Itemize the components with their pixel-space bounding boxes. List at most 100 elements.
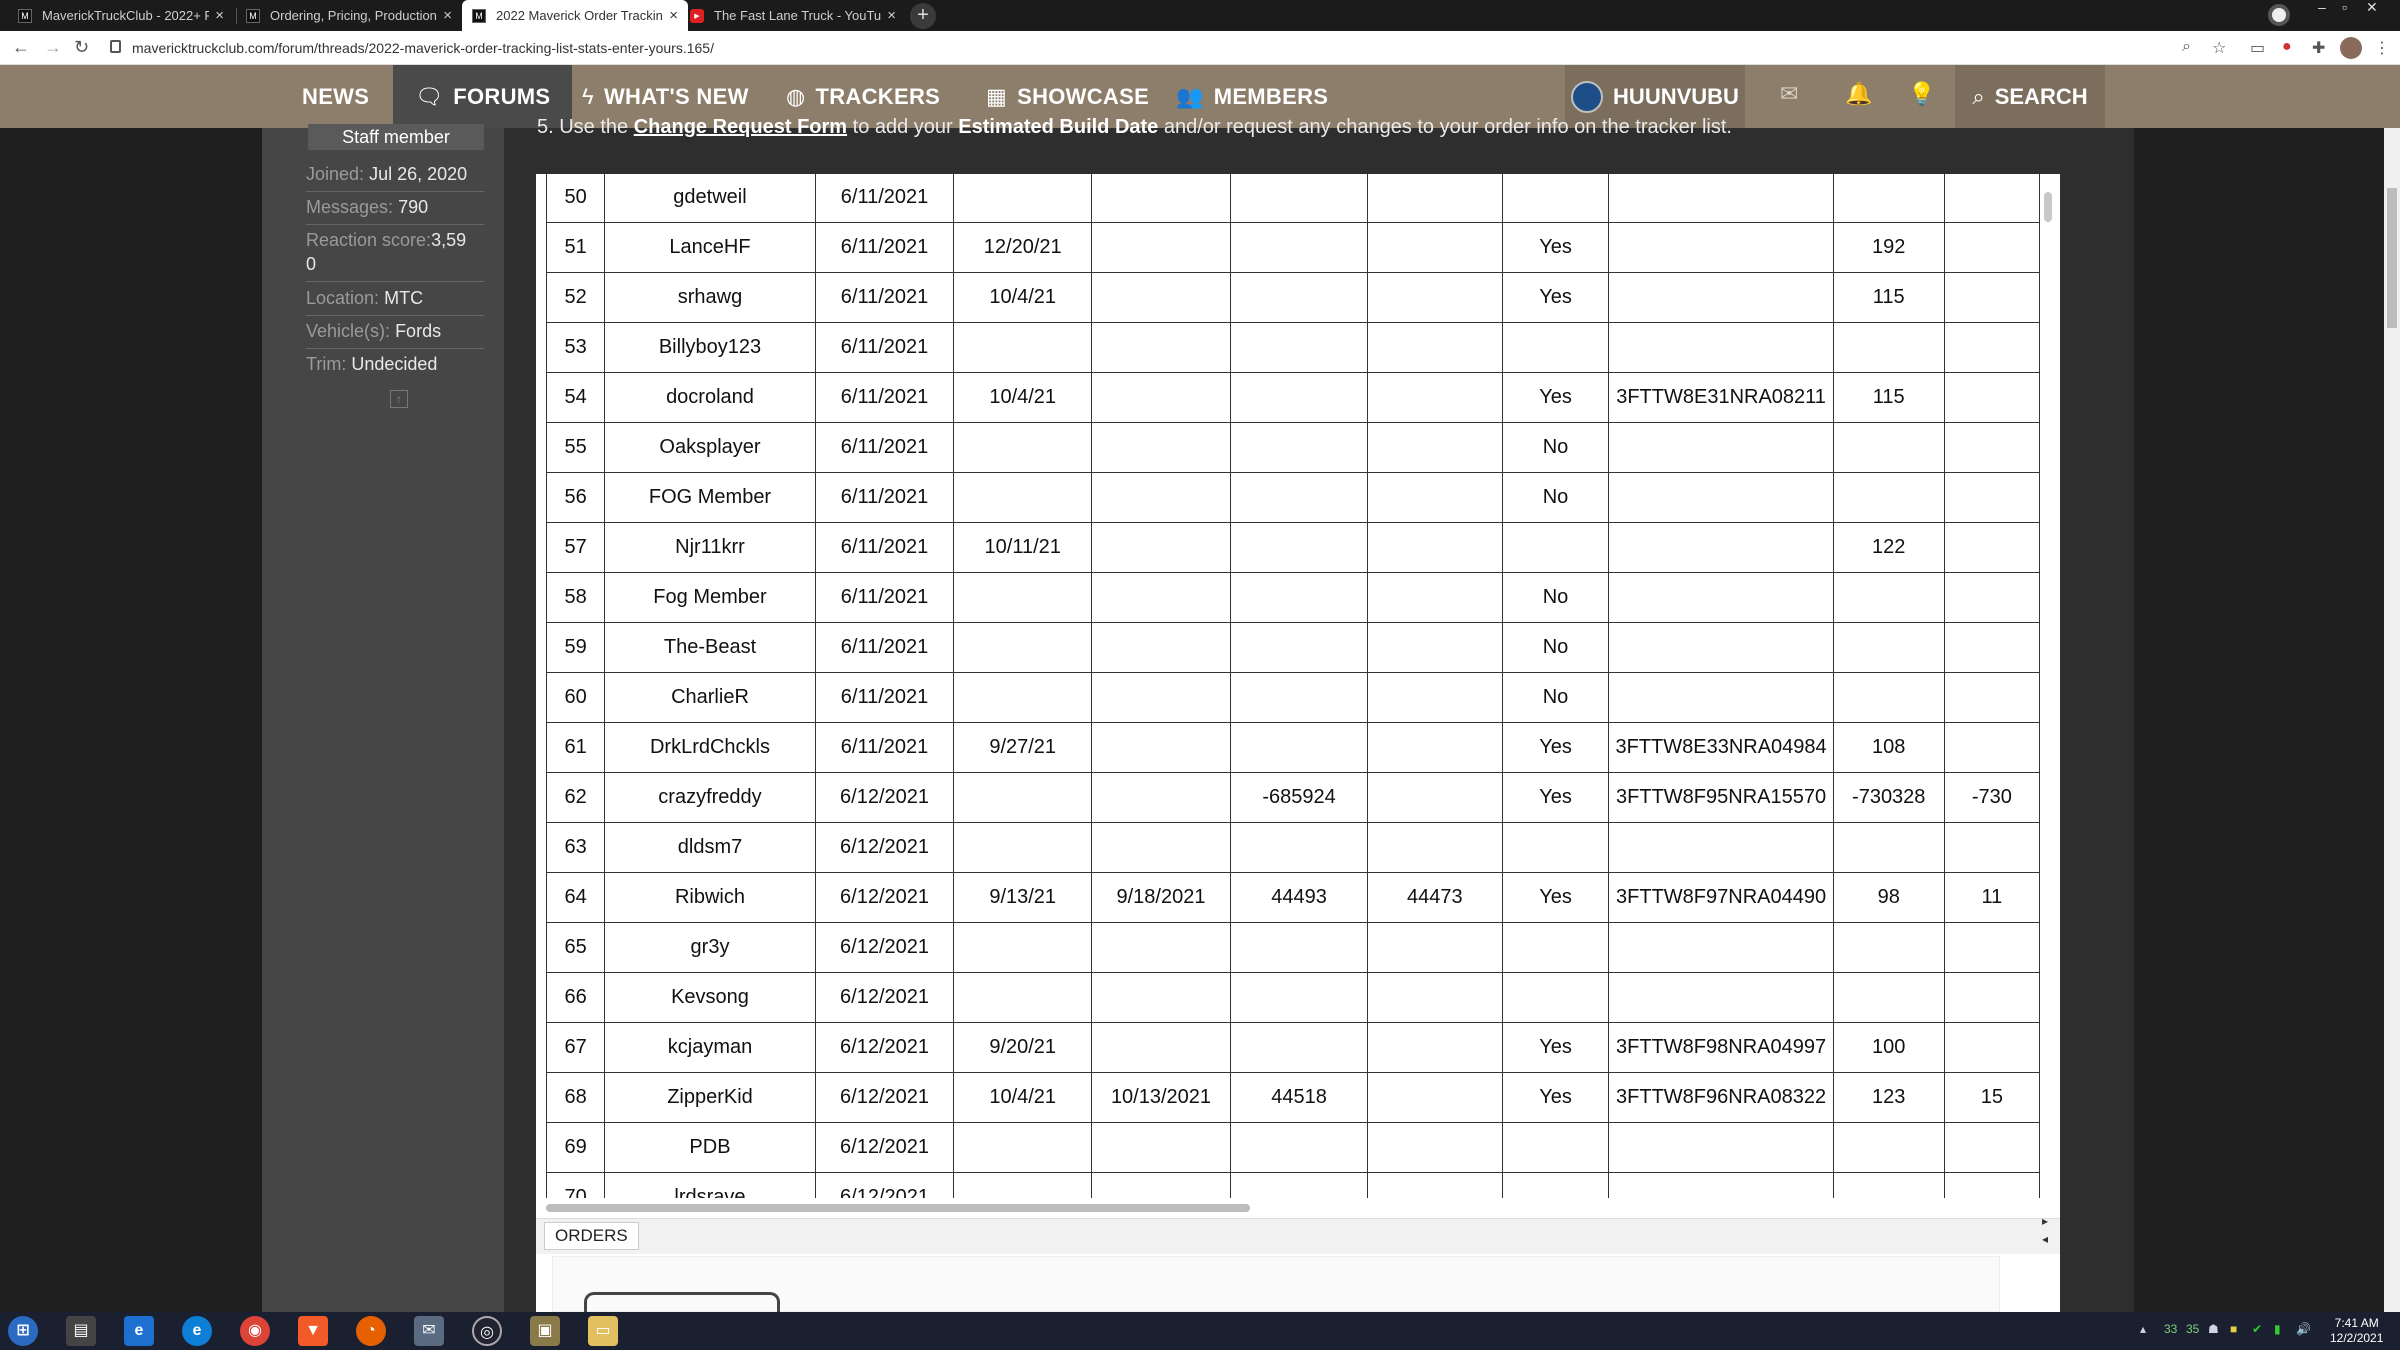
table-cell[interactable] (1608, 1172, 1834, 1198)
table-cell[interactable]: Yes (1501, 722, 1610, 773)
profile-avatar[interactable] (2340, 37, 2362, 59)
table-cell[interactable]: 63 (546, 822, 606, 873)
table-cell[interactable] (1367, 722, 1503, 773)
table-cell[interactable]: No (1501, 672, 1610, 723)
table-cell[interactable]: 70 (546, 1172, 606, 1198)
table-cell[interactable] (1091, 572, 1231, 623)
table-cell[interactable] (1229, 422, 1369, 473)
table-cell[interactable] (1608, 272, 1834, 323)
table-cell[interactable] (1229, 174, 1369, 223)
table-cell[interactable] (1091, 722, 1231, 773)
page-scrollbar[interactable] (2384, 128, 2400, 1312)
table-cell[interactable] (953, 1172, 1092, 1198)
table-cell[interactable] (1608, 522, 1834, 573)
table-cell[interactable] (1367, 1172, 1503, 1198)
table-cell[interactable]: 3FTTW8E31NRA08211 (1608, 372, 1834, 423)
table-cell[interactable] (1367, 372, 1503, 423)
table-cell[interactable] (1367, 622, 1503, 673)
table-cell[interactable]: 10/11/21 (953, 522, 1092, 573)
table-cell[interactable]: 6/11/2021 (814, 372, 955, 423)
table-cell[interactable] (1091, 522, 1231, 573)
tray-app-icon[interactable]: ■ (2230, 1322, 2237, 1336)
table-cell[interactable]: 64 (546, 872, 606, 923)
table-cell[interactable] (1091, 822, 1231, 873)
table-cell[interactable]: 53 (546, 322, 606, 373)
table-cell[interactable] (1608, 972, 1834, 1023)
table-cell[interactable]: 9/20/21 (953, 1022, 1092, 1073)
table-cell[interactable] (1367, 522, 1503, 573)
table-cell[interactable] (1229, 672, 1369, 723)
table-cell[interactable]: 67 (546, 1022, 606, 1073)
table-cell[interactable]: 6/11/2021 (814, 272, 955, 323)
table-cell[interactable]: 54 (546, 372, 606, 423)
table-cell[interactable]: 9/13/21 (953, 872, 1092, 923)
browser-tab-active[interactable]: M 2022 Maverick Order Tracking Li × (462, 0, 688, 31)
table-cell[interactable]: 6/11/2021 (814, 174, 955, 223)
table-cell[interactable] (1608, 174, 1834, 223)
table-cell[interactable]: CharlieR (604, 672, 816, 723)
table-cell[interactable] (1091, 972, 1231, 1023)
close-icon[interactable]: × (669, 7, 678, 24)
table-cell[interactable]: Njr11krr (604, 522, 816, 573)
table-cell[interactable]: 6/12/2021 (814, 772, 955, 823)
table-cell[interactable]: 6/12/2021 (814, 1072, 955, 1123)
table-cell[interactable] (1832, 922, 1945, 973)
table-cell[interactable]: 12/20/21 (953, 222, 1092, 273)
table-cell[interactable] (1229, 1122, 1369, 1173)
volume-icon[interactable]: 🔊 (2296, 1322, 2311, 1336)
table-cell[interactable] (1943, 472, 2040, 523)
table-cell[interactable] (1943, 222, 2040, 273)
table-cell[interactable] (953, 922, 1092, 973)
table-cell[interactable] (1229, 572, 1369, 623)
table-cell[interactable] (953, 622, 1092, 673)
back-arrow-icon[interactable]: ← (12, 37, 30, 58)
table-cell[interactable]: 60 (546, 672, 606, 723)
table-cell[interactable]: Fog Member (604, 572, 816, 623)
table-cell[interactable] (1229, 622, 1369, 673)
tray-chevron-icon[interactable]: ▴ (2140, 1322, 2146, 1336)
zoom-icon[interactable]: ⌕ (2182, 38, 2191, 56)
table-cell[interactable]: No (1501, 472, 1610, 523)
table-cell[interactable]: 10/13/2021 (1091, 1072, 1231, 1123)
table-cell[interactable] (1091, 1172, 1231, 1198)
table-cell[interactable] (1091, 1122, 1231, 1173)
table-cell[interactable]: 61 (546, 722, 606, 773)
table-cell[interactable]: 3FTTW8F98NRA04997 (1608, 1022, 1834, 1073)
table-cell[interactable]: 115 (1832, 272, 1945, 323)
table-cell[interactable] (1229, 522, 1369, 573)
table-cell[interactable] (1091, 222, 1231, 273)
table-cell[interactable]: 55 (546, 422, 606, 473)
table-cell[interactable] (1832, 822, 1945, 873)
table-cell[interactable]: 6/12/2021 (814, 1122, 955, 1173)
nav-news[interactable]: NEWS (302, 65, 369, 128)
table-cell[interactable]: 6/11/2021 (814, 472, 955, 523)
table-cell[interactable] (1367, 572, 1503, 623)
table-cell[interactable]: gdetweil (604, 174, 816, 223)
taskbar-clock[interactable]: 7:41 AM 12/2/2021 (2330, 1316, 2383, 1346)
table-cell[interactable] (953, 972, 1092, 1023)
table-cell[interactable]: 52 (546, 272, 606, 323)
table-cell[interactable]: 44493 (1229, 872, 1369, 923)
table-cell[interactable] (1229, 722, 1369, 773)
table-cell[interactable] (1608, 472, 1834, 523)
table-cell[interactable]: Yes (1501, 1072, 1610, 1123)
table-cell[interactable] (1091, 422, 1231, 473)
table-cell[interactable] (1367, 772, 1503, 823)
table-cell[interactable]: 10/4/21 (953, 1072, 1092, 1123)
table-cell[interactable]: 9/27/21 (953, 722, 1092, 773)
table-cell[interactable] (1608, 1122, 1834, 1173)
url-input[interactable]: mavericktruckclub.com/forum/threads/2022… (132, 40, 714, 56)
change-request-link[interactable]: Change Request Form (634, 116, 847, 138)
table-cell[interactable] (1091, 672, 1231, 723)
table-cell[interactable]: Oaksplayer (604, 422, 816, 473)
tray-battery-icon[interactable]: ▮ (2274, 1322, 2281, 1336)
table-cell[interactable] (1943, 972, 2040, 1023)
sheet-scroll-area[interactable]: 50 gdetweil 6/11/2021 51 LanceHF 6/11/2021 12/… (546, 174, 2040, 1198)
table-cell[interactable]: 6/12/2021 (814, 1172, 955, 1198)
browser-tab-2[interactable]: M Ordering, Pricing, Production, Tr × (236, 0, 462, 31)
lightbulb-icon[interactable]: 💡 (1908, 81, 1935, 107)
minimize-icon[interactable]: – (2318, 0, 2326, 18)
chrome-profile-icon[interactable] (2268, 4, 2290, 26)
table-cell[interactable] (1608, 822, 1834, 873)
table-cell[interactable]: 3FTTW8F95NRA15570 (1608, 772, 1834, 823)
